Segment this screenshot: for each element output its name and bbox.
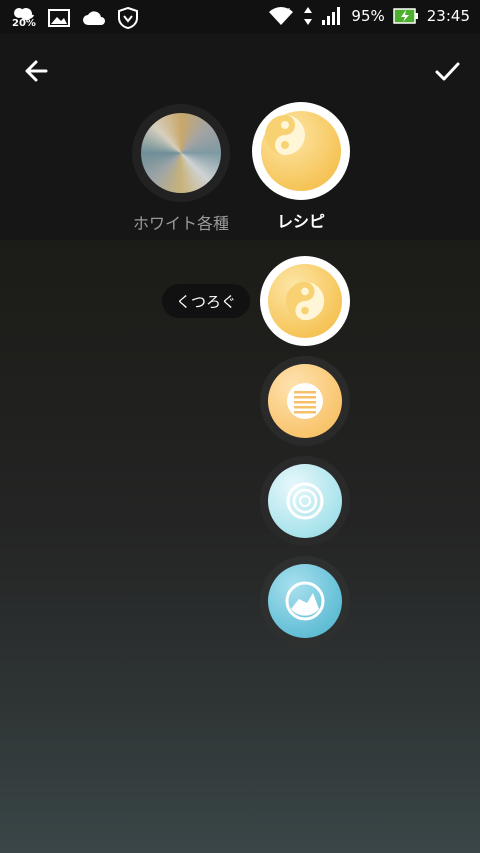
status-time: 23:45	[426, 7, 470, 25]
confirm-button[interactable]	[432, 56, 462, 86]
battery-percent: 95%	[351, 7, 385, 25]
tooltip-label: くつろぐ	[176, 292, 237, 311]
mode-label: ホワイト各種	[132, 214, 229, 233]
gallery-icon	[48, 9, 70, 27]
white-spectrum-swatch	[141, 113, 221, 193]
preset-2[interactable]	[260, 356, 350, 446]
mode-white-variants[interactable]: ホワイト各種	[132, 104, 230, 234]
weather-icon: 20%	[12, 6, 36, 30]
wifi-icon	[269, 7, 294, 25]
data-transfer-icon	[304, 7, 313, 25]
vpn-shield-icon	[118, 7, 138, 29]
lines-icon	[287, 383, 323, 419]
battery-charging-icon	[393, 8, 418, 24]
check-icon	[435, 62, 460, 81]
signal-icon	[322, 7, 341, 25]
yin-yang-icon	[265, 115, 305, 155]
preset-relax[interactable]	[260, 256, 350, 346]
mode-recipe[interactable]: レシピ	[252, 102, 350, 232]
preset-4[interactable]	[260, 556, 350, 646]
mode-label: レシピ	[276, 212, 325, 231]
preset-tooltip: くつろぐ	[162, 284, 251, 318]
toolbar: ホワイト各種 レシピ	[0, 34, 480, 240]
back-button[interactable]	[22, 56, 52, 86]
preset-3[interactable]	[260, 456, 350, 546]
concentric-circles-icon	[286, 482, 324, 520]
half-moon-icon	[285, 581, 325, 621]
arrow-left-icon	[25, 60, 48, 82]
status-bar: 20% 95% 23:45	[0, 0, 480, 34]
weather-percent: 20%	[12, 18, 36, 29]
cloud-icon	[83, 11, 105, 25]
yin-yang-icon	[285, 281, 325, 321]
